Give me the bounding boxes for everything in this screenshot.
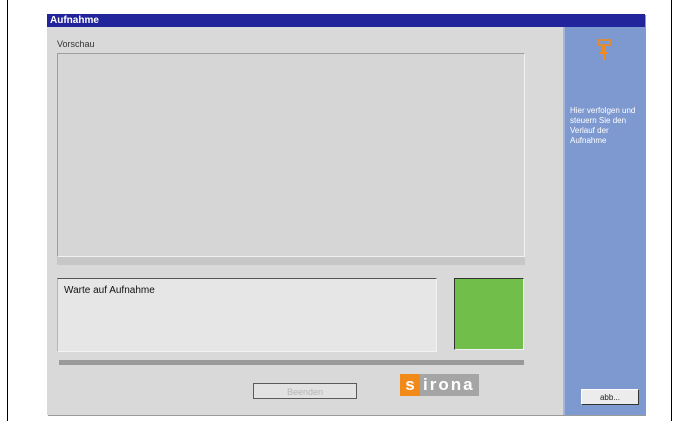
capture-window: Aufnahme Vorschau Warte auf Aufnahme Bee… [47,14,645,415]
window-title: Aufnahme [47,14,645,27]
page-border-left [7,0,8,421]
status-box: Warte auf Aufnahme [57,278,437,352]
preview-area [57,53,525,257]
finish-button[interactable]: Beenden [253,383,357,399]
preview-scrollbar[interactable] [57,257,525,265]
cancel-button[interactable]: abb... [581,389,639,405]
device-icon [597,39,611,60]
status-text: Warte auf Aufnahme [64,285,155,296]
page-border-right [671,0,672,421]
preview-label: Vorschau [57,39,95,49]
logo-letter-s: s [400,374,420,396]
progress-bar [59,360,524,365]
sirona-logo: s irona [400,374,479,396]
logo-wordmark: irona [420,374,479,396]
help-sidebar: Hier verfolgen und steuern Sie den Verla… [563,27,645,415]
help-text: Hier verfolgen und steuern Sie den Verla… [570,106,636,145]
status-indicator [454,278,524,350]
